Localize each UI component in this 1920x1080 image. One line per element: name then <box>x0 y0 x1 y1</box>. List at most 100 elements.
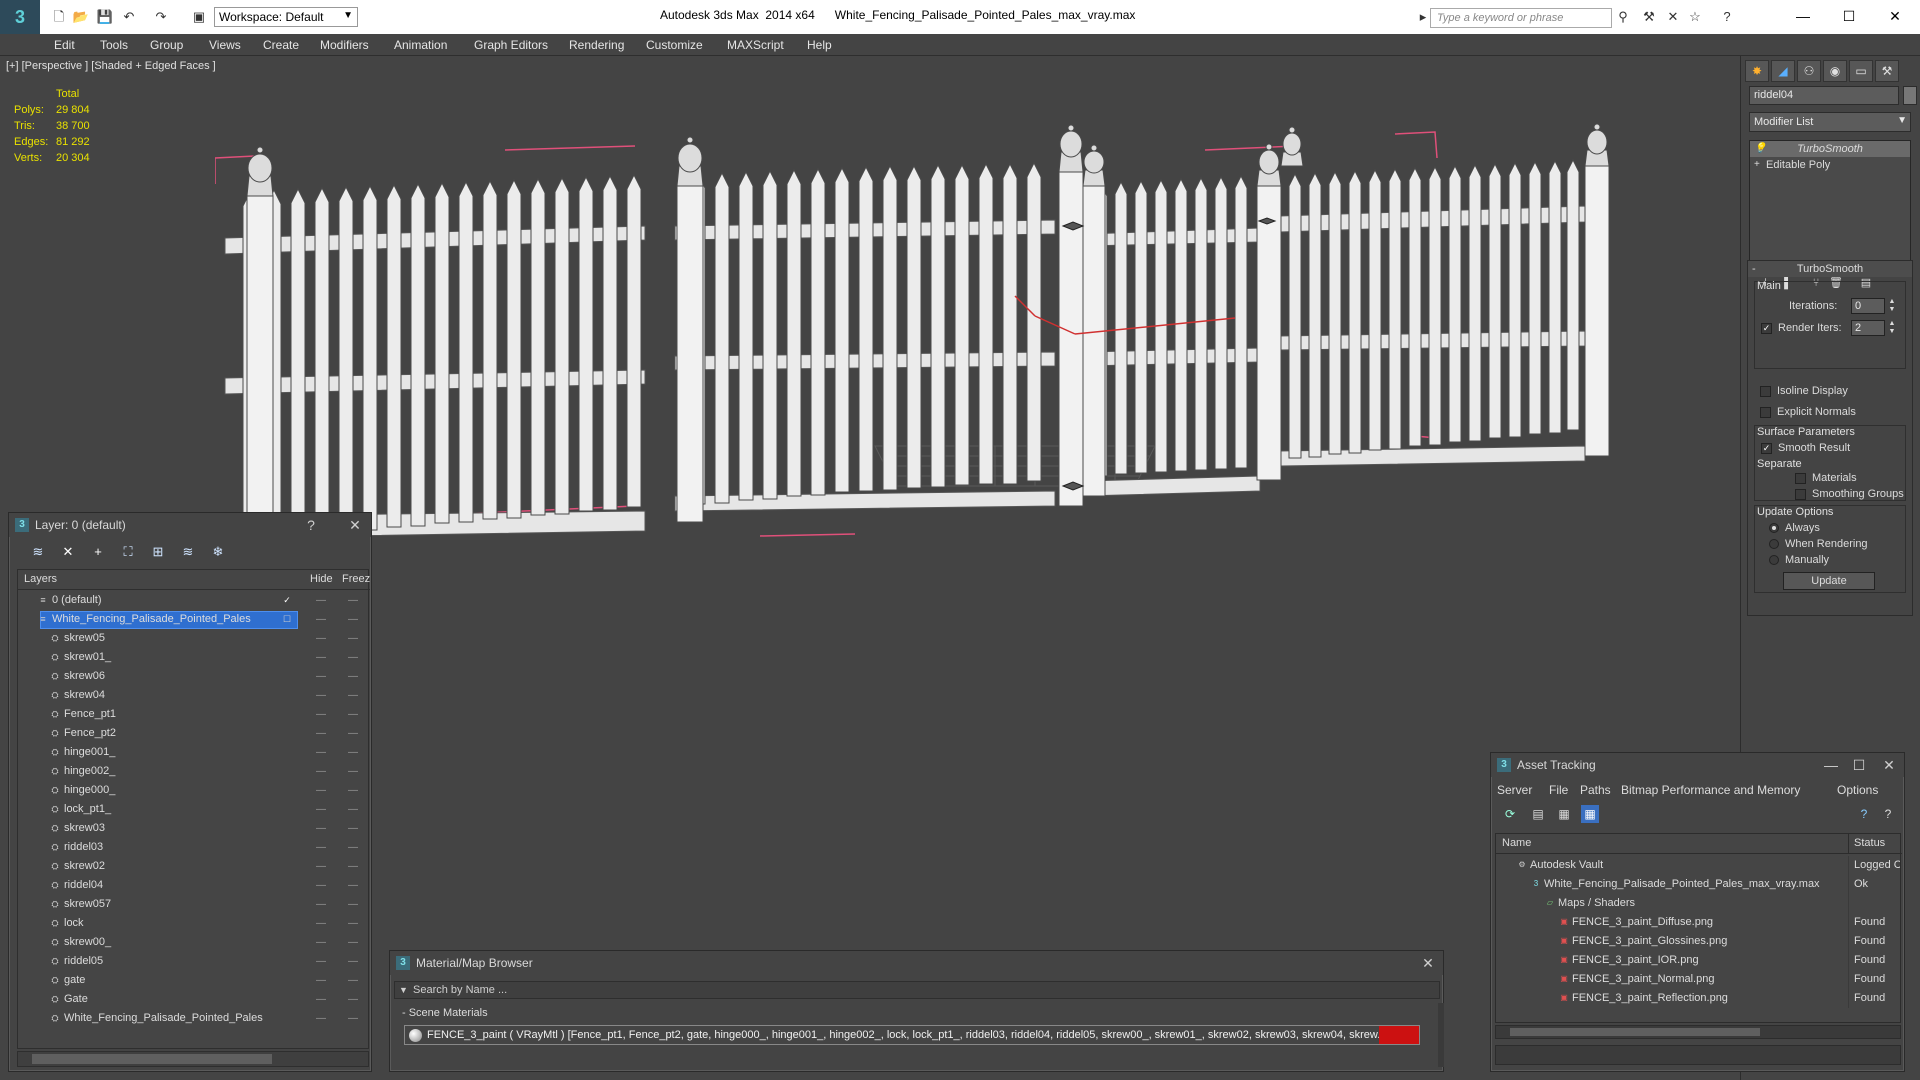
active-layer-check-icon[interactable]: ✓ <box>282 595 292 605</box>
layer-row[interactable]: ⛭ riddel05 — — <box>18 953 370 972</box>
close-icon[interactable]: ✕ <box>1418 951 1438 975</box>
asset-row[interactable]: ▣ FENCE_3_paint_Reflection.png Found <box>1496 989 1902 1008</box>
lightbulb-icon[interactable]: 💡 <box>1754 141 1766 157</box>
select-objects-icon[interactable]: ⛶ <box>119 543 137 561</box>
hide-toggle[interactable]: — <box>316 652 326 663</box>
hide-all-icon[interactable]: ≋ <box>179 543 197 561</box>
communication-icon[interactable]: ⚒ <box>1640 8 1658 26</box>
menu-paths[interactable]: Paths <box>1580 783 1611 797</box>
column-header-hide[interactable]: Hide <box>310 573 333 585</box>
freeze-toggle[interactable]: — <box>348 652 358 663</box>
spinner-arrows-icon[interactable]: ▲ ▼ <box>1887 320 1897 336</box>
binoculars-icon[interactable]: ⚲ <box>1614 8 1632 26</box>
workspace-select[interactable]: Workspace: Default ▼ <box>214 7 358 27</box>
project-folder-icon[interactable]: ▣ <box>190 8 208 26</box>
stack-item-editable-poly[interactable]: + Editable Poly <box>1750 157 1910 173</box>
list-view-icon[interactable]: ▤ <box>1529 805 1547 823</box>
refresh-icon[interactable]: ⟳ <box>1501 805 1519 823</box>
fence-model[interactable] <box>215 86 1635 556</box>
freeze-toggle[interactable]: — <box>348 804 358 815</box>
asset-row[interactable]: ▣ FENCE_3_paint_IOR.png Found <box>1496 951 1902 970</box>
help-icon[interactable]: ? <box>1855 805 1873 823</box>
horizontal-scrollbar[interactable] <box>17 1051 369 1067</box>
freeze-toggle[interactable]: — <box>348 918 358 929</box>
asset-row[interactable]: 3 White_Fencing_Palisade_Pointed_Pales_ma… <box>1496 875 1902 894</box>
utilities-tab-icon[interactable]: ⚒ <box>1875 60 1899 82</box>
scene-materials-section[interactable]: - Scene Materials <box>394 1005 1440 1021</box>
layer-row[interactable]: ⛭ skrew00_ — — <box>18 934 370 953</box>
layer-row[interactable]: ⛭ skrew057 — — <box>18 896 370 915</box>
grid-view-icon[interactable]: ▦ <box>1581 805 1599 823</box>
freeze-toggle[interactable]: — <box>348 861 358 872</box>
render-iters-spinner[interactable]: 2 <box>1851 320 1885 336</box>
close-icon[interactable]: ✕ <box>345 513 365 537</box>
hide-toggle[interactable]: — <box>316 937 326 948</box>
menu-graph-editors[interactable]: Graph Editors <box>474 38 548 52</box>
hide-toggle[interactable]: — <box>316 994 326 1005</box>
dropdown-triangle-icon[interactable]: ▼ <box>399 985 408 995</box>
asset-row[interactable]: ▣ FENCE_3_paint_Normal.png Found <box>1496 970 1902 989</box>
freeze-toggle[interactable]: — <box>348 728 358 739</box>
create-tab-icon[interactable]: ✸ <box>1745 60 1769 82</box>
smooth-result-row[interactable]: ✓ Smooth Result <box>1761 442 1850 454</box>
freeze-toggle[interactable]: — <box>348 899 358 910</box>
freeze-toggle[interactable]: — <box>348 975 358 986</box>
update-manually-row[interactable]: Manually <box>1769 554 1829 566</box>
favorites-star-icon[interactable]: ☆ <box>1686 8 1704 26</box>
close-button[interactable]: ✕ <box>1872 4 1918 28</box>
layer-row[interactable]: ⛭ Fence_pt2 — — <box>18 725 370 744</box>
layer-row[interactable]: ⛭ lock_pt1_ — — <box>18 801 370 820</box>
hide-toggle[interactable]: — <box>316 728 326 739</box>
explicit-normals-row[interactable]: Explicit Normals <box>1760 406 1856 418</box>
menu-bitmap-performance[interactable]: Bitmap Performance and Memory <box>1621 783 1800 797</box>
modify-tab-icon[interactable]: ◢ <box>1771 60 1795 82</box>
smoothing-groups-checkbox[interactable] <box>1795 488 1806 500</box>
hide-toggle[interactable]: — <box>316 1013 326 1024</box>
layer-row[interactable]: ⛭ skrew01_ — — <box>18 649 370 668</box>
asset-row[interactable]: ▣ FENCE_3_paint_Glossines.png Found <box>1496 932 1902 951</box>
menu-tools[interactable]: Tools <box>100 38 128 52</box>
layer-row[interactable]: ⛭ riddel04 — — <box>18 877 370 896</box>
update-button[interactable]: Update <box>1783 572 1875 590</box>
highlight-selected-icon[interactable]: ⊞ <box>149 543 167 561</box>
layer-row[interactable]: ≡ White_Fencing_Palisade_Pointed_Pales ☐ — — <box>18 611 370 630</box>
hide-toggle[interactable]: — <box>316 861 326 872</box>
help-icon[interactable]: ? <box>301 513 321 537</box>
exchange-icon[interactable]: ✕ <box>1664 8 1682 26</box>
hide-toggle[interactable]: — <box>316 766 326 777</box>
freeze-toggle[interactable]: — <box>348 880 358 891</box>
when-rendering-radio[interactable] <box>1769 539 1779 549</box>
maximize-button[interactable]: ☐ <box>1826 4 1872 28</box>
update-when-rendering-row[interactable]: When Rendering <box>1769 538 1868 550</box>
material-entry[interactable]: FENCE_3_paint ( VRayMtl ) [Fence_pt1, Fe… <box>404 1025 1420 1045</box>
menu-server[interactable]: Server <box>1497 783 1532 797</box>
layer-row[interactable]: ≡ 0 (default) ✓ — — <box>18 592 370 611</box>
freeze-all-icon[interactable]: ❄ <box>209 543 227 561</box>
app-logo-icon[interactable]: 3 <box>0 0 40 34</box>
hierarchy-tab-icon[interactable]: ⚇ <box>1797 60 1821 82</box>
rollout-header[interactable]: - TurboSmooth <box>1748 261 1912 277</box>
freeze-toggle[interactable]: — <box>348 1013 358 1024</box>
hide-toggle[interactable]: — <box>316 709 326 720</box>
menu-group[interactable]: Group <box>150 38 183 52</box>
help-icon[interactable]: ? <box>1718 8 1736 26</box>
layer-row[interactable]: ⛭ skrew02 — — <box>18 858 370 877</box>
column-header-layers[interactable]: Layers <box>24 573 57 585</box>
layer-row[interactable]: ⛭ gate — — <box>18 972 370 991</box>
hide-toggle[interactable]: — <box>316 633 326 644</box>
layer-stack-icon[interactable]: ≋ <box>29 543 47 561</box>
hide-toggle[interactable]: — <box>316 918 326 929</box>
new-file-icon[interactable]: 🗋 <box>50 8 68 26</box>
hide-toggle[interactable]: — <box>316 880 326 891</box>
menu-edit[interactable]: Edit <box>54 38 75 52</box>
layer-row[interactable]: ⛭ skrew05 — — <box>18 630 370 649</box>
hide-toggle[interactable]: — <box>316 956 326 967</box>
freeze-toggle[interactable]: — <box>348 994 358 1005</box>
menu-file[interactable]: File <box>1549 783 1568 797</box>
open-file-icon[interactable]: 📂 <box>72 8 90 26</box>
hide-toggle[interactable]: — <box>316 747 326 758</box>
object-name-field[interactable]: riddel04 <box>1749 86 1899 105</box>
search-input[interactable]: Type a keyword or phrase <box>1430 8 1612 28</box>
menu-views[interactable]: Views <box>209 38 241 52</box>
menu-customize[interactable]: Customize <box>646 38 703 52</box>
